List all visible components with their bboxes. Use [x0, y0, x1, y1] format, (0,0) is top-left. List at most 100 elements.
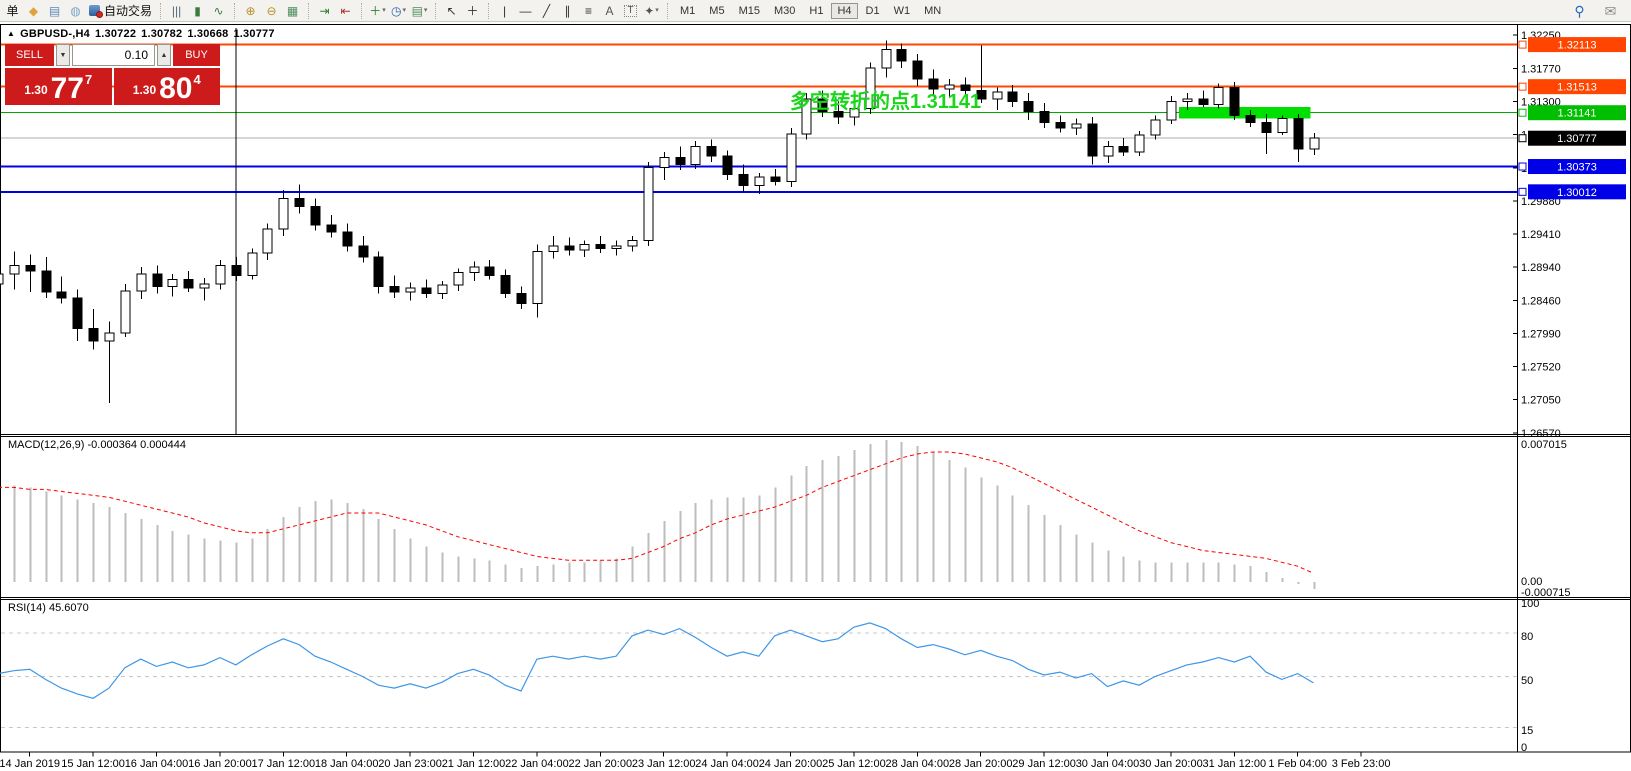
- autotrading-icon: [89, 5, 100, 16]
- candle: [1310, 133, 1319, 155]
- timeframe-button-w1[interactable]: W1: [888, 3, 917, 19]
- candle: [89, 309, 98, 350]
- timeframe-button-h4[interactable]: H4: [831, 3, 857, 19]
- time-axis-label: 21 Jan 12:00: [442, 758, 506, 770]
- price-badge: 1.31513: [1519, 79, 1626, 94]
- timeframe-button-h1[interactable]: H1: [803, 3, 829, 19]
- chart-canvas[interactable]: 1.322501.317701.313001.308301.303501.298…: [0, 0, 1631, 771]
- text-label-icon[interactable]: T: [621, 2, 640, 20]
- equidistant-channel-icon[interactable]: ∥: [558, 2, 577, 20]
- tile-windows-icon[interactable]: ▦: [283, 2, 302, 20]
- data-window-icon[interactable]: ▤: [45, 2, 64, 20]
- zoom-out-icon[interactable]: ⊖: [262, 2, 281, 20]
- dropdown-caret-icon: ▾: [403, 7, 407, 14]
- toolbar-separator: [234, 3, 235, 19]
- svg-text:1.32113: 1.32113: [1558, 40, 1597, 52]
- candle: [517, 287, 526, 309]
- signals-icon[interactable]: ◍: [66, 2, 85, 20]
- rsi-axis-label: 50: [1521, 675, 1533, 687]
- candle: [565, 238, 574, 256]
- candle: [374, 252, 383, 294]
- timeframe-button-mn[interactable]: MN: [918, 3, 947, 19]
- time-axis-label: 22 Jan 20:00: [568, 758, 632, 770]
- candle: [248, 249, 257, 280]
- volume-increase-button[interactable]: ▲: [157, 44, 171, 66]
- zoom-in-icon[interactable]: ⊕: [241, 2, 260, 20]
- candle: [1072, 118, 1081, 135]
- volume-input[interactable]: 0.10: [72, 44, 155, 66]
- candle: [295, 184, 304, 213]
- candle: [105, 322, 114, 403]
- candle: [153, 266, 162, 294]
- cursor-icon[interactable]: ↖: [442, 2, 461, 20]
- one-click-panel-toggle-icon[interactable]: ▲: [7, 30, 15, 38]
- arrows-icon[interactable]: ✦▾: [642, 2, 661, 20]
- timeframe-button-m5[interactable]: M5: [703, 3, 730, 19]
- text-icon[interactable]: A: [600, 2, 619, 20]
- candle: [596, 236, 605, 253]
- horizontal-lines-layer[interactable]: [1, 28, 1517, 434]
- timeframe-button-m30[interactable]: M30: [768, 3, 801, 19]
- line-chart-icon[interactable]: ∿: [209, 2, 228, 20]
- crosshair-icon[interactable]: ＋: [463, 2, 482, 20]
- candle: [1088, 117, 1097, 165]
- candlestick-chart-icon[interactable]: ▮: [188, 2, 207, 20]
- candle: [1119, 138, 1128, 156]
- candle: [787, 128, 796, 187]
- price-tick-label: 1.27520: [1521, 361, 1561, 373]
- toolbar-right-group: ⚲✉: [1569, 2, 1621, 20]
- candle: [57, 277, 66, 304]
- volume-decrease-button[interactable]: ▼: [56, 44, 70, 66]
- sell-button[interactable]: SELL: [5, 44, 54, 66]
- candle: [644, 162, 653, 246]
- add-indicator-icon[interactable]: ＋▾: [368, 2, 387, 20]
- time-axis-label: 24 Jan 20:00: [759, 758, 823, 770]
- timeframe-button-d1[interactable]: D1: [860, 3, 886, 19]
- vertical-line-icon[interactable]: |: [495, 2, 514, 20]
- bid-quote-button[interactable]: 1.30 77 7: [5, 68, 112, 105]
- chart-frame: [1, 25, 1631, 753]
- time-axis-label: 3 Feb 23:00: [1332, 758, 1391, 770]
- trendline-icon[interactable]: ╱: [537, 2, 556, 20]
- highlight-rectangle[interactable]: [1179, 107, 1311, 118]
- buy-button[interactable]: BUY: [173, 44, 220, 66]
- price-tick-label: 1.27990: [1521, 329, 1561, 341]
- templates-icon[interactable]: ▤▾: [410, 2, 429, 20]
- fibonacci-icon[interactable]: ≡: [579, 2, 598, 20]
- ask-prefix: 1.30: [133, 83, 156, 97]
- toolbar-separator: [361, 3, 362, 19]
- metaeditor-icon[interactable]: ◆: [24, 2, 43, 20]
- new-order-icon[interactable]: 单: [3, 2, 22, 20]
- horizontal-line-icon[interactable]: —: [516, 2, 535, 20]
- auto-scroll-icon[interactable]: ⇥: [315, 2, 334, 20]
- search-icon[interactable]: ⚲: [1570, 2, 1589, 20]
- candle: [549, 236, 558, 258]
- candle: [485, 260, 494, 280]
- ohlc-low: 1.30668: [187, 28, 228, 40]
- candle: [279, 190, 288, 236]
- ask-quote-button[interactable]: 1.30 80 4: [114, 68, 221, 105]
- candle: [168, 274, 177, 296]
- price-tick-label: 1.28460: [1521, 296, 1561, 308]
- autotrading-button[interactable]: 自动交易: [89, 2, 152, 19]
- time-axis-label: 24 Jan 04:00: [695, 758, 759, 770]
- dropdown-caret-icon: ▾: [382, 7, 386, 14]
- one-click-trading-panel: SELL ▼ 0.10 ▲ BUY 1.30 77 7 1.30 80 4: [5, 44, 220, 105]
- candle: [580, 240, 589, 257]
- periods-icon[interactable]: ◷▾: [389, 2, 408, 20]
- timeframe-button-m1[interactable]: M1: [674, 3, 701, 19]
- toolbar-separator: [160, 3, 161, 19]
- candle: [707, 139, 716, 161]
- candle: [1151, 116, 1160, 140]
- time-axis-label: 25 Jan 12:00: [822, 758, 886, 770]
- bar-chart-icon[interactable]: |||: [167, 2, 186, 20]
- time-axis-label: 28 Jan 20:00: [949, 758, 1013, 770]
- candle: [501, 270, 510, 298]
- timeframe-button-m15[interactable]: M15: [733, 3, 766, 19]
- candle: [216, 260, 225, 289]
- chat-icon[interactable]: ✉: [1601, 2, 1620, 20]
- bid-pip-digit: 7: [85, 72, 92, 87]
- chart-shift-icon[interactable]: ⇤: [336, 2, 355, 20]
- time-axis-label: 20 Jan 23:00: [378, 758, 442, 770]
- time-axis-label: 31 Jan 12:00: [1202, 758, 1266, 770]
